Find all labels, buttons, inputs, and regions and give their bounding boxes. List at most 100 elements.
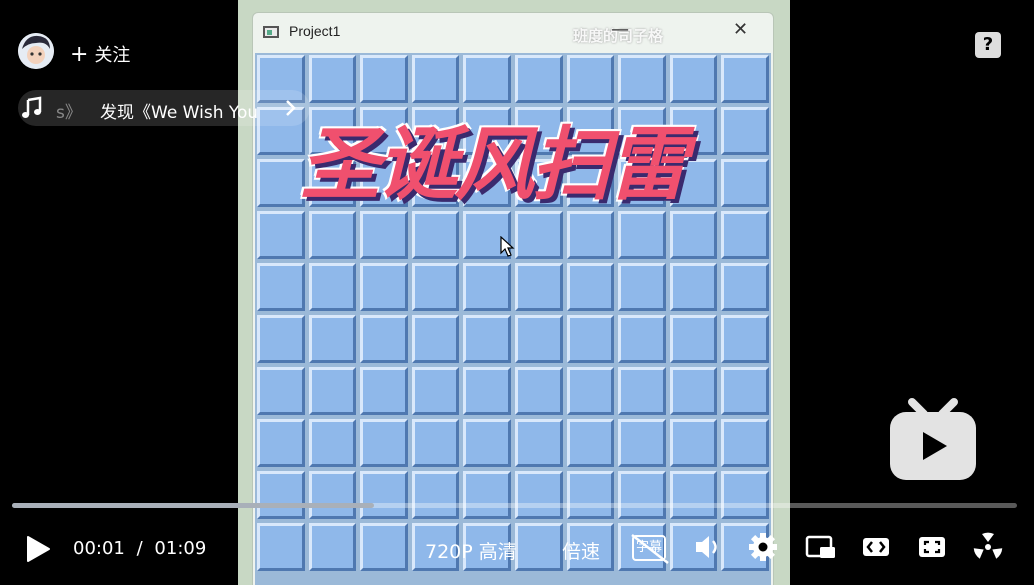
board-cell xyxy=(308,419,357,467)
board-cell xyxy=(308,211,357,259)
board-cell xyxy=(566,419,615,467)
board-cell xyxy=(360,55,408,103)
board-cell xyxy=(669,55,718,103)
follow-label: 关注 xyxy=(94,45,131,66)
board-cell xyxy=(257,367,305,415)
game-window: Project1 班度的司子格 — ✕ xyxy=(252,12,774,585)
progress-bar[interactable] xyxy=(12,503,1017,508)
board-cell xyxy=(411,55,460,103)
board-cell xyxy=(618,263,666,311)
board-cell xyxy=(721,419,769,467)
board-cell xyxy=(669,367,718,415)
fullscreen-icon[interactable] xyxy=(917,532,947,562)
board-cell xyxy=(463,263,511,311)
board-cell xyxy=(463,419,511,467)
board-cell xyxy=(257,471,305,519)
board-cell xyxy=(257,523,305,571)
board-cell xyxy=(669,471,718,519)
board-cell xyxy=(566,55,615,103)
music-prefix: s》 xyxy=(56,103,82,123)
board-cell xyxy=(308,315,357,363)
duration: 01:09 xyxy=(154,538,207,559)
board-cell xyxy=(360,471,408,519)
pip-icon[interactable] xyxy=(805,532,837,562)
window-app-icon xyxy=(263,26,279,38)
mouse-cursor-icon xyxy=(500,236,515,257)
board-cell xyxy=(514,55,563,103)
time-separator: / xyxy=(136,538,143,559)
board-cell xyxy=(463,55,511,103)
board-cell xyxy=(308,471,357,519)
window-title: Project1 xyxy=(289,23,341,39)
board-cell xyxy=(514,315,563,363)
board-cell xyxy=(669,315,718,363)
board-cell xyxy=(618,211,666,259)
window-titlebar: Project1 班度的司子格 — ✕ xyxy=(253,13,773,51)
board-cell xyxy=(721,211,769,259)
board-cell xyxy=(721,159,769,207)
board-cell xyxy=(360,523,408,571)
chevron-right-icon xyxy=(286,100,296,116)
board-cell xyxy=(257,159,305,207)
board-cell xyxy=(618,419,666,467)
radiation-icon[interactable] xyxy=(972,532,1004,562)
board-cell xyxy=(308,263,357,311)
board-cell xyxy=(721,107,769,155)
board-cell xyxy=(721,315,769,363)
settings-gear-icon[interactable] xyxy=(748,532,778,562)
board-cell xyxy=(566,471,615,519)
board-cell xyxy=(514,471,563,519)
board-cell xyxy=(360,367,408,415)
time-display: 00:01 / 01:09 xyxy=(73,538,206,559)
board-cell xyxy=(566,211,615,259)
progress-fill xyxy=(12,503,374,508)
speed-button[interactable]: 倍速 xyxy=(562,537,600,564)
play-icon[interactable] xyxy=(24,534,52,564)
video-frame[interactable]: Project1 班度的司子格 — ✕ 圣诞风扫雷 xyxy=(238,0,790,585)
board-cell xyxy=(360,419,408,467)
board-cell xyxy=(514,523,563,571)
plus-icon: + xyxy=(70,42,89,67)
current-time: 00:01 xyxy=(73,538,125,559)
widescreen-icon[interactable] xyxy=(861,532,891,562)
board-cell xyxy=(514,419,563,467)
board-cell xyxy=(308,367,357,415)
board-cell xyxy=(566,367,615,415)
board-cell xyxy=(618,315,666,363)
board-cell xyxy=(721,55,769,103)
board-cell xyxy=(721,263,769,311)
board-cell xyxy=(669,263,718,311)
board-cell xyxy=(463,471,511,519)
board-cell xyxy=(566,263,615,311)
board-cell xyxy=(618,55,666,103)
board-cell xyxy=(411,419,460,467)
board-cell xyxy=(669,419,718,467)
board-cell xyxy=(618,367,666,415)
board-cell xyxy=(721,471,769,519)
board-cell xyxy=(514,263,563,311)
quality-button[interactable]: 720P 高清 xyxy=(425,537,517,564)
minimize-icon: — xyxy=(611,19,629,40)
follow-button[interactable]: + 关注 xyxy=(70,41,130,67)
board-cell xyxy=(308,523,357,571)
board-cell xyxy=(257,263,305,311)
game-title-overlay: 圣诞风扫雷 xyxy=(300,118,688,211)
bilibili-tv-icon[interactable] xyxy=(890,398,976,480)
board-cell xyxy=(514,211,563,259)
volume-icon[interactable] xyxy=(694,532,722,562)
board-cell xyxy=(411,367,460,415)
board-cell xyxy=(463,315,511,363)
board-cell xyxy=(411,315,460,363)
music-pill[interactable]: s》 发现《We Wish You xyxy=(18,90,310,126)
board-cell xyxy=(257,315,305,363)
avatar[interactable] xyxy=(18,33,54,69)
board-cell xyxy=(411,471,460,519)
board-cell xyxy=(566,315,615,363)
subtitle-off-icon[interactable]: 字幕 xyxy=(631,534,669,564)
board-cell xyxy=(463,367,511,415)
board-cell xyxy=(360,315,408,363)
help-icon[interactable]: ? xyxy=(975,32,1001,58)
board-cell xyxy=(360,211,408,259)
board-cell xyxy=(257,211,305,259)
board-cell xyxy=(721,367,769,415)
